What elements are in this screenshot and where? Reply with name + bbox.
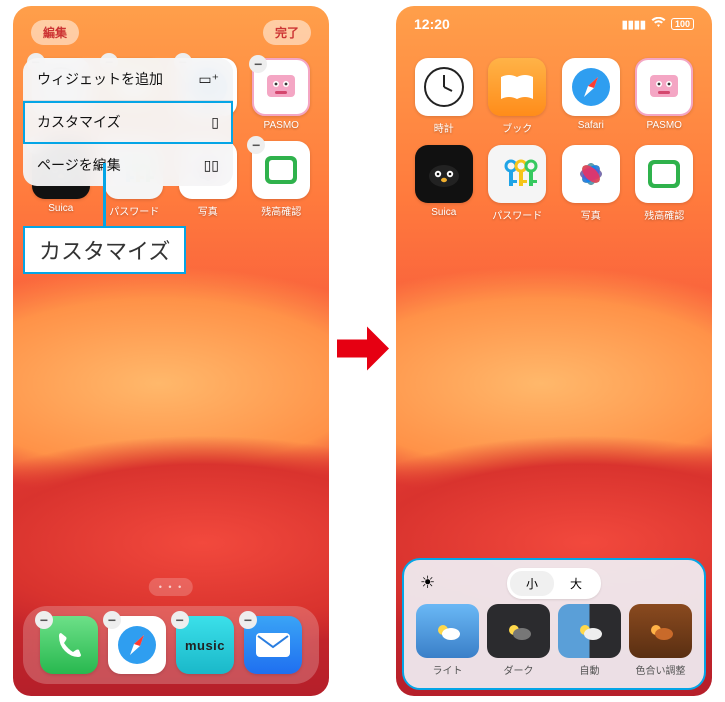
wifi-icon xyxy=(651,17,666,31)
theme-light[interactable]: ライト xyxy=(416,604,479,677)
theme-auto[interactable]: 自動 xyxy=(558,604,621,677)
edit-button[interactable]: 編集 xyxy=(31,20,79,45)
app-photos[interactable]: 写真 xyxy=(557,145,625,222)
app-clock[interactable]: 時計 xyxy=(410,58,478,135)
app-passwords[interactable]: パスワード xyxy=(484,145,552,222)
app-label: 残高確認 xyxy=(644,207,684,222)
app-label: 時計 xyxy=(434,120,454,135)
theme-label: 自動 xyxy=(580,662,600,677)
app-label: Suica xyxy=(431,207,456,218)
dock-music[interactable]: −music xyxy=(176,616,234,674)
phone-left: 編集 完了 − − −fari −PASMO −Suica −パスワード −写真… xyxy=(13,6,329,696)
brightness-icon[interactable]: ☀︎ xyxy=(420,573,435,593)
battery-icon: 100 xyxy=(671,18,694,30)
app-pasmo[interactable]: −PASMO xyxy=(248,58,316,131)
signal-icon: ▮▮▮▮ xyxy=(622,18,646,31)
menu-edit-pages[interactable]: ページを編集 ▯▯ xyxy=(23,144,233,186)
status-time: 12:20 xyxy=(414,16,450,32)
app-label: 写真 xyxy=(198,203,218,218)
app-label: Suica xyxy=(48,203,73,214)
dock-phone[interactable]: − xyxy=(40,616,98,674)
menu-add-widget[interactable]: ウィジェットを追加 ▭⁺ xyxy=(23,58,233,101)
size-large[interactable]: 大 xyxy=(554,571,598,596)
context-menu: ウィジェットを追加 ▭⁺ カスタマイズ ▯ ページを編集 ▯▯ xyxy=(23,58,233,186)
app-label: PASMO xyxy=(264,120,299,131)
theme-label: ダーク xyxy=(504,662,534,677)
remove-badge[interactable]: − xyxy=(103,611,121,629)
menu-label: ページを編集 xyxy=(37,155,121,175)
app-balance[interactable]: 残高確認 xyxy=(631,145,699,222)
size-small[interactable]: 小 xyxy=(510,571,554,596)
app-label: 残高確認 xyxy=(261,203,301,218)
app-pasmo[interactable]: PASMO xyxy=(631,58,699,135)
app-label: Safari xyxy=(578,120,604,131)
theme-tint[interactable]: 色合い調整 xyxy=(629,604,692,677)
status-bar: 12:20 ▮▮▮▮ 100 xyxy=(396,6,712,42)
phone-right: 12:20 ▮▮▮▮ 100 時計 ブック Safari PASMO Suica… xyxy=(396,6,712,696)
app-label: 写真 xyxy=(581,207,601,222)
app-grid: 時計 ブック Safari PASMO Suica パスワード 写真 残高確認 xyxy=(396,58,712,222)
icon-size-toggle[interactable]: 小 大 xyxy=(507,568,601,599)
status-right: ▮▮▮▮ 100 xyxy=(622,17,694,31)
arrow-icon xyxy=(335,323,391,380)
menu-label: カスタマイズ xyxy=(37,112,121,132)
theme-dark[interactable]: ダーク xyxy=(487,604,550,677)
callout-customize: カスタマイズ xyxy=(23,226,186,274)
customize-panel: ☀︎ 小 大 ライト ダーク 自動 色合い調整 xyxy=(402,558,706,690)
app-label: ブック xyxy=(502,120,532,135)
dock-safari[interactable]: − xyxy=(108,616,166,674)
phone-icon: ▯ xyxy=(211,114,219,131)
app-books[interactable]: ブック xyxy=(484,58,552,135)
dock: − − −music − xyxy=(23,606,319,684)
theme-label: 色合い調整 xyxy=(636,662,686,677)
done-button[interactable]: 完了 xyxy=(263,20,311,45)
page-indicator[interactable]: • • • xyxy=(149,578,193,596)
panel-top: ☀︎ 小 大 xyxy=(416,568,692,598)
app-balance[interactable]: −残高確認 xyxy=(248,141,316,218)
dock-mail[interactable]: − xyxy=(244,616,302,674)
widget-icon: ▭⁺ xyxy=(198,71,219,88)
menu-customize[interactable]: カスタマイズ ▯ xyxy=(23,101,233,144)
pages-icon: ▯▯ xyxy=(204,157,219,174)
remove-badge[interactable]: − xyxy=(171,611,189,629)
app-safari[interactable]: Safari xyxy=(557,58,625,135)
theme-label: ライト xyxy=(433,662,463,677)
remove-badge[interactable]: − xyxy=(239,611,257,629)
theme-row: ライト ダーク 自動 色合い調整 xyxy=(416,604,692,677)
app-label: パスワード xyxy=(109,203,159,218)
remove-badge[interactable]: − xyxy=(35,611,53,629)
callout-line xyxy=(103,163,106,228)
app-label: PASMO xyxy=(647,120,682,131)
menu-label: ウィジェットを追加 xyxy=(37,69,163,89)
app-suica[interactable]: Suica xyxy=(410,145,478,222)
app-label: パスワード xyxy=(492,207,542,222)
music-text: music xyxy=(185,638,225,653)
